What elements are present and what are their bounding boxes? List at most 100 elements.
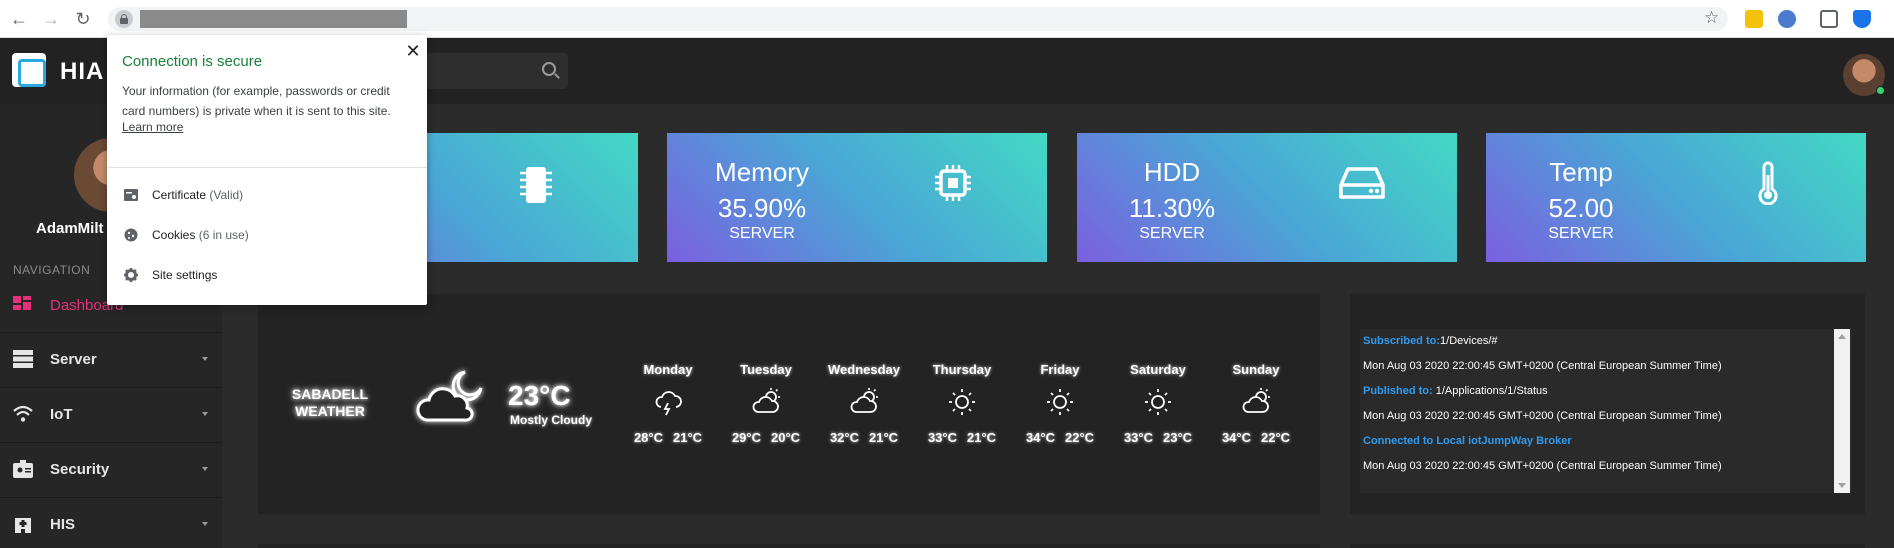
log-scroll-area[interactable]: Subscribed to:1/Devices/# Mon Aug 03 202… [1360,329,1852,493]
partly-cloudy-icon [752,388,780,413]
learn-more-link[interactable]: Learn more [122,120,183,134]
weather-widget: SABADELL WEATHER 23°C Mostly Cloudy Mond… [258,294,1320,514]
forecast-day: Tuesday 29°C 20°C [716,362,816,445]
cpu-chip-icon [520,167,552,203]
sidebar-item-security[interactable]: Security [0,442,222,497]
forecast-high: 33°C [927,430,957,445]
memory-card: Memory 35.90% SERVER [667,133,1047,262]
log-key: Published to: [1363,385,1433,397]
scroll-down-icon[interactable] [1838,483,1846,488]
extension-notes-icon[interactable] [1745,10,1763,28]
sidebar-item-server[interactable]: Server [0,332,222,387]
back-icon[interactable]: ← [8,8,30,30]
forecast-day: Wednesday 32°C 21°C [814,362,914,445]
card-title: HDD [1143,157,1201,187]
lock-icon[interactable] [115,10,133,28]
sidebar-username: AdamMilt [36,220,104,237]
card-title: Memory [715,157,809,187]
card-subtitle: SERVER [729,225,795,242]
forecast-low: 20°C [771,430,801,445]
extension-playlist-icon[interactable] [1820,10,1838,28]
server-icon [13,350,33,368]
partly-cloudy-icon [850,388,878,413]
wifi-icon [13,405,33,422]
forecast-day-name: Saturday [1130,362,1186,377]
forecast-day-name: Friday [1040,362,1080,377]
weather-city-name: SABADELL [291,386,369,402]
forecast-day-name: Sunday [1232,362,1280,377]
sun-icon [1047,389,1073,415]
log-text: 1/Applications/1/Status [1432,385,1548,397]
gear-icon [124,268,138,282]
cookie-icon [124,228,138,242]
sidebar-item-his[interactable]: HIS [0,497,222,548]
forecast-low: 21°C [869,430,899,445]
forward-icon[interactable]: → [40,8,62,30]
forecast-low: 23°C [1163,430,1193,445]
log-line: Connected to Local iotJumpWay Broker [1363,435,1572,447]
hard-drive-icon [1339,167,1385,199]
search-icon[interactable] [542,62,556,76]
sidebar-item-iot[interactable]: IoT [0,387,222,442]
forecast-high: 33°C [1123,430,1153,445]
weather-city: SABADELL WEATHER [290,386,370,420]
thunderstorm-icon [655,391,682,416]
forecast-day-name: Wednesday [827,362,900,377]
next-panel-edge [258,544,1320,548]
log-line: Mon Aug 03 2020 22:00:45 GMT+0200 (Centr… [1363,410,1722,422]
forecast-day: Thursday 33°C 21°C [912,362,1012,445]
sidebar-item-label: IoT [50,406,73,423]
hospital-icon [15,518,31,533]
popup-row-certificate[interactable]: Certificate (Valid) [107,176,427,216]
thermometer-icon [1758,161,1778,205]
next-panel-edge [1350,544,1865,548]
log-line: Mon Aug 03 2020 22:00:45 GMT+0200 (Centr… [1363,360,1722,372]
extension-ad-icon[interactable] [1778,10,1796,28]
forecast-day: Monday 28°C 21°C [618,362,718,445]
forecast-low: 22°C [1261,430,1291,445]
id-badge-icon [13,460,33,478]
log-key: Connected to Local iotJumpWay Broker [1363,435,1572,447]
card-subtitle: SERVER [1548,225,1614,242]
log-line: Published to: 1/Applications/1/Status [1363,385,1548,397]
close-icon[interactable]: ✕ [404,41,422,62]
weather-condition: Mostly Cloudy [510,413,593,427]
card-value: 52.00 [1548,193,1614,223]
card-title: Temp [1549,157,1613,187]
partly-cloudy-night-icon [416,370,483,422]
extension-shield-icon[interactable] [1853,10,1871,28]
log-key: Subscribed to: [1363,335,1441,347]
logo-icon[interactable] [12,53,46,87]
popup-row-label: Certificate (Valid) [152,188,244,202]
dashboard-icon [13,296,31,310]
log-scrollbar[interactable] [1834,329,1850,493]
browser-toolbar: ← → ↻ ☆ [0,0,1894,38]
temp-card: Temp 52.00 SERVER [1486,133,1866,262]
iot-log-panel: Subscribed to:1/Devices/# Mon Aug 03 202… [1350,294,1865,514]
forecast-day: Friday 34°C 22°C [1010,362,1110,445]
chevron-down-icon [202,522,208,526]
forecast-low: 21°C [967,430,997,445]
forecast-day-name: Tuesday [740,362,792,377]
forecast-low: 22°C [1065,430,1095,445]
forecast-low: 21°C [673,430,703,445]
popup-row-label: Site settings [152,268,218,282]
forecast-day-name: Monday [643,362,693,377]
sun-icon [949,389,975,415]
forecast-day: Saturday 33°C 23°C [1108,362,1208,445]
bookmark-star-icon[interactable]: ☆ [1704,8,1719,28]
popup-row-site-settings[interactable]: Site settings [107,256,427,296]
popup-row-cookies[interactable]: Cookies (6 in use) [107,216,427,256]
chevron-down-icon [202,357,208,361]
navigation-heading: NAVIGATION [13,263,91,277]
scroll-up-icon[interactable] [1838,334,1846,339]
weather-city-label: WEATHER [295,403,365,419]
brand-title: HIA [60,58,105,85]
forecast-high: 28°C [633,430,663,445]
weather-current-temp: 23°C [508,380,571,411]
log-text: 1/Devices/# [1440,335,1498,347]
log-line: Mon Aug 03 2020 22:00:45 GMT+0200 (Centr… [1363,460,1722,472]
reload-icon[interactable]: ↻ [72,8,94,30]
card-value: 35.90% [717,193,807,223]
chevron-down-icon [202,412,208,416]
